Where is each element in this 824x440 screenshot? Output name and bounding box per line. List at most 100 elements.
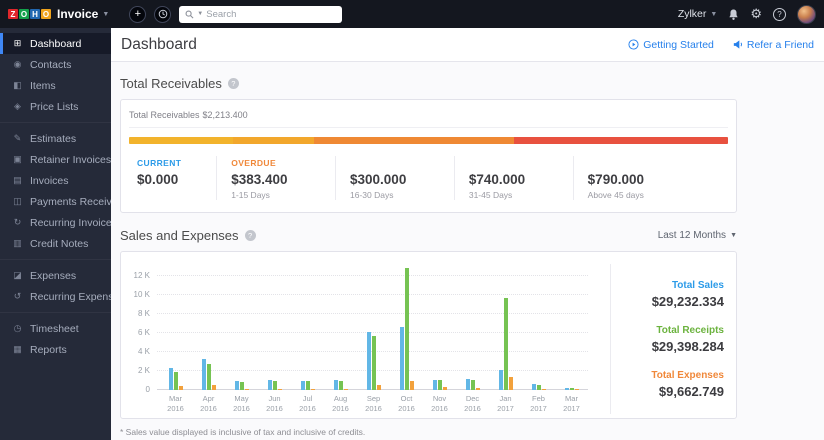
sales-bar xyxy=(267,380,272,390)
chart-month-group: Aug 2016 xyxy=(324,264,357,414)
main-panel: Dashboard Getting Started Refer a Friend… xyxy=(111,28,824,440)
sidebar-item-reports[interactable]: ▦ Reports xyxy=(0,339,111,360)
sidebar-item-payments-received[interactable]: ◫ Payments Received xyxy=(0,191,111,212)
aging-bar-segment xyxy=(314,137,515,144)
expenses-bar xyxy=(508,377,513,390)
estimates-icon: ✎ xyxy=(13,133,22,143)
refer-a-friend-button[interactable]: Refer a Friend xyxy=(732,39,814,51)
sidebar-item-expenses[interactable]: ◪ Expenses xyxy=(0,265,111,286)
info-icon[interactable]: ? xyxy=(227,78,239,89)
sidebar-item-items[interactable]: ◧ Items xyxy=(0,75,111,96)
x-tick-label: Apr 2016 xyxy=(200,394,217,413)
expenses-bar xyxy=(343,389,348,390)
total-sales-value: $29,232.334 xyxy=(651,293,724,309)
receivables-column: CURRENT $0.000 xyxy=(129,156,216,200)
sidebar-item-timesheet[interactable]: ◷ Timesheet xyxy=(0,318,111,339)
date-range-dropdown[interactable]: Last 12 Months ▼ xyxy=(658,230,737,241)
month-bars xyxy=(234,381,249,390)
aging-status-label xyxy=(588,158,720,169)
sidebar-item-recurring-expenses[interactable]: ↺ Recurring Expenses xyxy=(0,286,111,307)
page-header: Dashboard Getting Started Refer a Friend xyxy=(111,28,824,62)
dashboard-icon: ⊞ xyxy=(13,38,22,48)
notifications-button[interactable] xyxy=(728,8,739,21)
receipts-bar xyxy=(437,380,442,390)
aging-period-label: Above 45 days xyxy=(587,190,644,200)
sidebar-item-label: Retainer Invoices xyxy=(30,153,111,166)
chart-month-group: Feb 2017 xyxy=(522,264,555,414)
sidebar-item-label: Recurring Invoices xyxy=(30,216,111,229)
aging-amount: $740.000 xyxy=(468,172,526,187)
contacts-icon: ◉ xyxy=(13,59,22,69)
aging-bar-segment xyxy=(129,137,233,144)
receivables-column: $790.000 Above 45 days xyxy=(572,156,728,200)
sales-expenses-chart: 12 K 10 K 8 K 6 K 4 K 2 K 0 Mar 2016 Apr 2016 May 2… xyxy=(127,264,610,414)
month-bars xyxy=(300,381,315,390)
sidebar-item-dashboard[interactable]: ⊞ Dashboard xyxy=(0,33,111,54)
info-icon[interactable]: ? xyxy=(244,230,256,241)
recent-activity-button[interactable] xyxy=(154,5,172,23)
sidebar-item-estimates[interactable]: ✎ Estimates xyxy=(0,128,111,149)
chart-totals: Total Sales $29,232.334 Total Receipts $29,… xyxy=(610,264,736,414)
sidebar-item-invoices[interactable]: ▤ Invoices xyxy=(0,170,111,191)
receipts-bar xyxy=(338,381,343,390)
getting-started-button[interactable]: Getting Started xyxy=(628,39,714,51)
logo-letter: Z xyxy=(8,9,18,19)
dashboard-content: Total Receivables ? Total Receivables $2,… xyxy=(111,62,824,440)
search-input[interactable] xyxy=(206,8,337,20)
chevron-down-icon: ▼ xyxy=(730,232,737,239)
receipts-bar xyxy=(404,268,409,390)
chart-month-group: May 2016 xyxy=(225,264,258,414)
receipts-bar xyxy=(470,380,475,390)
x-tick-label: Mar 2017 xyxy=(563,394,580,413)
month-bars xyxy=(201,359,216,390)
receivables-column: OVERDUE $383.400 1-15 Days xyxy=(216,156,335,200)
total-expenses: Total Expenses $9,662.749 xyxy=(619,370,724,399)
sidebar-item-credit-notes[interactable]: ▥ Credit Notes xyxy=(0,233,111,254)
month-bars xyxy=(366,332,381,390)
x-tick-label: Oct 2016 xyxy=(398,394,415,413)
zoho-invoice-logo[interactable]: ZOHO Invoice ▼ xyxy=(8,7,109,21)
x-tick-label: Feb 2017 xyxy=(530,394,547,413)
search-icon xyxy=(185,10,194,18)
logo-letter: H xyxy=(30,9,40,19)
user-avatar[interactable] xyxy=(797,4,816,24)
expenses-bar xyxy=(376,385,381,390)
expenses-bar xyxy=(178,386,183,390)
y-tick-label: 0 xyxy=(145,385,150,394)
sales-footnote: * Sales value displayed is inclusive of … xyxy=(120,427,366,437)
sidebar-item-label: Estimates xyxy=(30,132,77,145)
help-button[interactable]: ? xyxy=(773,7,786,21)
sidebar-item-label: Timesheet xyxy=(30,322,79,335)
receivables-section-title: Total Receivables ? xyxy=(120,76,737,91)
receivables-summary-label: Total Receivables xyxy=(129,110,200,120)
add-new-button[interactable]: + xyxy=(129,5,147,23)
settings-button[interactable]: ⚙ xyxy=(750,6,762,22)
chart-month-group: Jan 2017 xyxy=(489,264,522,414)
aging-period-label: 1-15 Days xyxy=(231,190,270,200)
y-tick-label: 12 K xyxy=(133,271,150,280)
search-scope-caret-icon[interactable]: ▼ xyxy=(197,11,203,17)
expenses-icon: ◪ xyxy=(13,270,22,280)
sales-expenses-section-title: Sales and Expenses ? xyxy=(120,228,256,243)
receipts-bar xyxy=(173,372,178,390)
expenses-bar xyxy=(310,389,315,390)
chart-month-group: Dec 2016 xyxy=(456,264,489,414)
payments-received-icon: ◫ xyxy=(13,196,22,206)
sidebar-item-contacts[interactable]: ◉ Contacts xyxy=(0,54,111,75)
sidebar-item-label: Price Lists xyxy=(30,100,79,113)
refer-a-friend-label: Refer a Friend xyxy=(746,38,814,51)
sidebar-item-label: Dashboard xyxy=(30,37,82,50)
sidebar-item-retainer-invoices[interactable]: ▣ Retainer Invoices xyxy=(0,149,111,170)
help-icon: ? xyxy=(773,7,786,21)
header-actions: Getting Started Refer a Friend xyxy=(628,39,814,51)
search-box[interactable]: ▼ xyxy=(179,5,343,23)
aging-status-label: CURRENT xyxy=(137,158,182,168)
reports-icon: ▦ xyxy=(13,344,22,354)
chart-y-axis: 12 K 10 K 8 K 6 K 4 K 2 K 0 xyxy=(127,264,157,414)
chart-month-group: Nov 2016 xyxy=(423,264,456,414)
org-menu[interactable]: Zylker ▼ xyxy=(678,8,718,20)
sidebar-item-price-lists[interactable]: ◈ Price Lists xyxy=(0,96,111,117)
date-range-label: Last 12 Months xyxy=(657,230,727,241)
chart-month-group: Jun 2016 xyxy=(258,264,291,414)
sidebar-item-recurring-invoices[interactable]: ↻ Recurring Invoices xyxy=(0,212,111,233)
